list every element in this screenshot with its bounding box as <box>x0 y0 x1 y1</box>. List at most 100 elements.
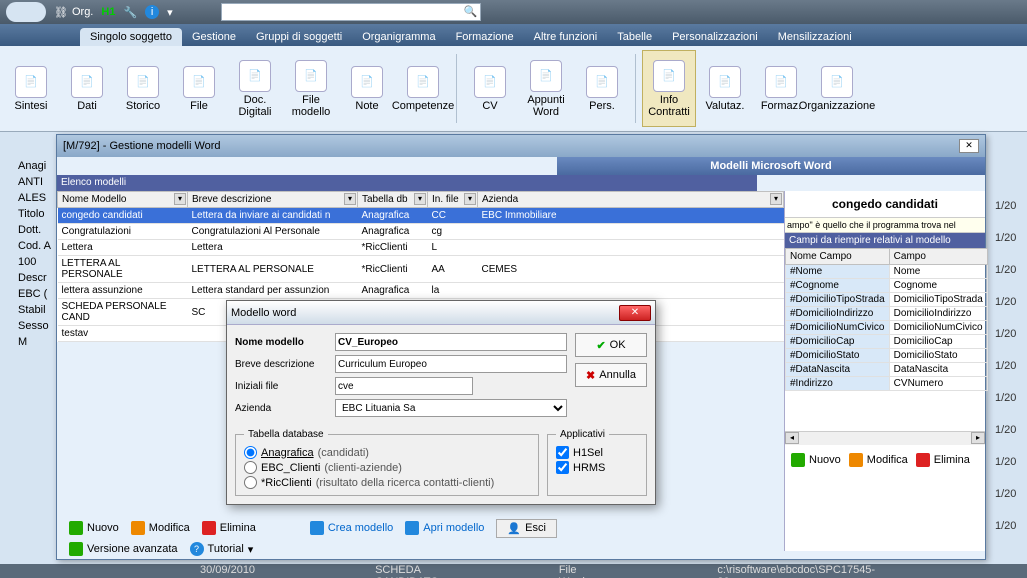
annulla-button[interactable]: ✖Annulla <box>575 363 647 387</box>
radio-anagrafica[interactable]: Anagrafica(candidati) <box>244 446 530 459</box>
delete-icon <box>916 453 930 467</box>
col-header[interactable]: Nome Modello▾ <box>58 192 188 208</box>
delete-icon <box>202 521 216 535</box>
right-panel: congedo candidati ampo" è quello che il … <box>785 191 985 551</box>
ribbon-valutaz-[interactable]: 📄Valutaz. <box>698 50 752 127</box>
filter-dropdown-icon[interactable]: ▾ <box>464 193 476 205</box>
table-row[interactable]: LetteraLettera*RicClientiL <box>58 240 784 256</box>
right-fragment: 1/201/201/201/201/201/201/201/201/201/20… <box>995 200 1023 552</box>
ok-button[interactable]: ✔OK <box>575 333 647 357</box>
crea-modello-button[interactable]: Crea modello <box>310 521 393 535</box>
field-row[interactable]: #DomicilioNumCivicoDomicilioNumCivico <box>786 321 988 335</box>
ribbon-organizzazione[interactable]: 📄Organizzazione <box>810 50 864 127</box>
tool-icon-1[interactable]: 🔧 <box>123 6 137 19</box>
ribbon-sintesi[interactable]: 📄Sintesi <box>4 50 58 127</box>
breve-desc-input[interactable] <box>335 355 567 373</box>
ribbon-icon: 📄 <box>351 66 383 98</box>
ribbon-icon: 📄 <box>765 66 797 98</box>
col-campo[interactable]: Campo <box>889 249 987 265</box>
filter-dropdown-icon[interactable]: ▾ <box>770 193 782 205</box>
tutorial-button[interactable]: ?Tutorial ▾ <box>190 542 254 556</box>
help-icon[interactable]: i <box>145 5 159 19</box>
nome-modello-input[interactable] <box>335 333 567 351</box>
tab-tabelle[interactable]: Tabelle <box>607 28 662 46</box>
field-row[interactable]: #IndirizzoCVNumero <box>786 377 988 391</box>
field-row[interactable]: #DomicilioTipoStradaDomicilioTipoStrada <box>786 293 988 307</box>
nuovo-button[interactable]: Nuovo <box>69 521 119 535</box>
radio-ricclienti[interactable]: *RicClienti(risultato della ricerca cont… <box>244 476 530 489</box>
field-row[interactable]: #DataNascitaDataNascita <box>786 363 988 377</box>
ribbon-file[interactable]: 📄File <box>172 50 226 127</box>
ribbon-file-modello[interactable]: 📄File modello <box>284 50 338 127</box>
bottom-status-strip: 30/09/2010SCHEDA CANDIDATOFile Word da M… <box>0 564 1027 578</box>
rp-nuovo-button[interactable]: Nuovo <box>791 453 841 467</box>
tab-mensilizzazioni[interactable]: Mensilizzazioni <box>768 28 862 46</box>
field-row[interactable]: #DomicilioCapDomicilioCap <box>786 335 988 349</box>
tab-personalizzazioni[interactable]: Personalizzazioni <box>662 28 768 46</box>
table-row[interactable]: LETTERA AL PERSONALELETTERA AL PERSONALE… <box>58 256 784 283</box>
search-input[interactable]: 🔍 <box>221 3 481 21</box>
iniziali-file-input[interactable] <box>335 377 473 395</box>
close-icon[interactable]: ✕ <box>959 139 979 153</box>
ribbon-icon: 📄 <box>407 66 439 98</box>
ribbon-dati[interactable]: 📄Dati <box>60 50 114 127</box>
dialog-close-button[interactable]: ✕ <box>619 305 651 321</box>
app-logo <box>6 2 46 22</box>
table-row[interactable]: lettera assunzioneLettera standard per a… <box>58 283 784 299</box>
modifica-button[interactable]: Modifica <box>131 521 190 535</box>
tab-altre-funzioni[interactable]: Altre funzioni <box>524 28 608 46</box>
field-row[interactable]: #NomeNome <box>786 265 988 279</box>
azienda-select[interactable]: EBC Lituania Sa <box>335 399 567 417</box>
ribbon-icon: 📄 <box>127 66 159 98</box>
fields-table[interactable]: Nome Campo Campo #NomeNome#CognomeCognom… <box>785 248 988 391</box>
field-row[interactable]: #DomicilioIndirizzoDomicilioIndirizzo <box>786 307 988 321</box>
col-nome-campo[interactable]: Nome Campo <box>786 249 890 265</box>
h1-icon[interactable]: H1 <box>101 6 115 18</box>
scroll-left-icon[interactable]: ◂ <box>785 432 799 444</box>
apri-modello-button[interactable]: Apri modello <box>405 521 484 535</box>
ribbon-pers-[interactable]: 📄Pers. <box>575 50 629 127</box>
tab-formazione[interactable]: Formazione <box>446 28 524 46</box>
ribbon-icon: 📄 <box>474 66 506 98</box>
table-row[interactable]: congedo candidatiLettera da inviare ai c… <box>58 208 784 224</box>
table-row[interactable]: CongratulazioniCongratulazioni Al Person… <box>58 224 784 240</box>
filter-dropdown-icon[interactable]: ▾ <box>174 193 186 205</box>
azienda-label: Azienda <box>235 403 329 414</box>
ribbon-doc-digitali[interactable]: 📄Doc. Digitali <box>228 50 282 127</box>
col-header[interactable]: In. file▾ <box>428 192 478 208</box>
check-hrms[interactable]: HRMS <box>556 461 638 474</box>
col-header[interactable]: Breve descrizione▾ <box>188 192 358 208</box>
tab-gestione[interactable]: Gestione <box>182 28 246 46</box>
ribbon-competenze[interactable]: 📄Competenze <box>396 50 450 127</box>
dropdown-arrow[interactable]: ▾ <box>167 6 173 19</box>
ribbon-storico[interactable]: 📄Storico <box>116 50 170 127</box>
field-row[interactable]: #CognomeCognome <box>786 279 988 293</box>
radio-ebc_clienti[interactable]: EBC_Clienti(clienti-aziende) <box>244 461 530 474</box>
ribbon-cv[interactable]: 📄CV <box>463 50 517 127</box>
check-h1sel[interactable]: H1Sel <box>556 446 638 459</box>
org-selector[interactable]: ⛓ Org. <box>54 6 93 19</box>
modello-word-dialog: Modello word ✕ Nome modello Breve descri… <box>226 300 656 505</box>
tab-singolo-soggetto[interactable]: Singolo soggetto <box>80 28 182 46</box>
ribbon-formaz-[interactable]: 📄Formaz. <box>754 50 808 127</box>
hscrollbar[interactable]: ◂ ▸ <box>785 431 985 445</box>
col-header[interactable]: Azienda▾ <box>478 192 784 208</box>
filter-dropdown-icon[interactable]: ▾ <box>414 193 426 205</box>
elimina-button[interactable]: Elimina <box>202 521 256 535</box>
filter-dropdown-icon[interactable]: ▾ <box>344 193 356 205</box>
field-row[interactable]: #DomicilioStatoDomicilioStato <box>786 349 988 363</box>
check-icon: ✔ <box>596 339 605 352</box>
tabella-database-group: Tabella database Anagrafica(candidati)EB… <box>235 429 539 496</box>
col-header[interactable]: Tabella db▾ <box>358 192 428 208</box>
esci-button[interactable]: 👤 Esci <box>496 519 556 538</box>
ribbon-note[interactable]: 📄Note <box>340 50 394 127</box>
ribbon-icon: 📄 <box>530 60 562 92</box>
scroll-right-icon[interactable]: ▸ <box>971 432 985 444</box>
versione-avanzata-button[interactable]: Versione avanzata <box>69 542 178 556</box>
tab-organigramma[interactable]: Organigramma <box>352 28 445 46</box>
rp-modifica-button[interactable]: Modifica <box>849 453 908 467</box>
rp-elimina-button[interactable]: Elimina <box>916 453 970 467</box>
tab-gruppi-di-soggetti[interactable]: Gruppi di soggetti <box>246 28 352 46</box>
ribbon-appunti-word[interactable]: 📄Appunti Word <box>519 50 573 127</box>
ribbon-info-contratti[interactable]: 📄Info Contratti <box>642 50 696 127</box>
